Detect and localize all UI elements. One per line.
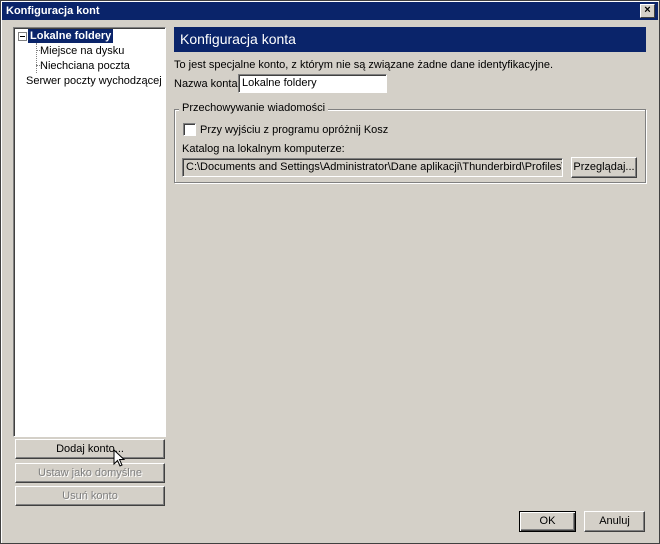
- tree-connector: [36, 43, 37, 73]
- local-directory-field[interactable]: C:\Documents and Settings\Administrator\…: [182, 158, 563, 177]
- tree-item-local-folders[interactable]: Lokalne foldery: [28, 29, 114, 43]
- browse-button[interactable]: Przeglądaj...: [571, 157, 637, 178]
- account-name-input[interactable]: Lokalne foldery: [238, 74, 387, 93]
- tree-item-junk-mail[interactable]: Niechciana poczta: [38, 59, 132, 73]
- empty-trash-label[interactable]: Przy wyjściu z programu opróżnij Kosz: [200, 124, 388, 136]
- add-account-button[interactable]: Dodaj konto...: [15, 439, 165, 459]
- cancel-button[interactable]: Anuluj: [584, 511, 645, 532]
- account-settings-window: Konfiguracja kont × Lokalne foldery Miej…: [0, 0, 660, 544]
- close-icon[interactable]: ×: [640, 4, 655, 18]
- title-bar: Konfiguracja kont ×: [2, 2, 658, 20]
- tree-item-disk-space[interactable]: Miejsce na dysku: [38, 44, 126, 58]
- empty-trash-checkbox[interactable]: [183, 123, 196, 136]
- remove-account-button[interactable]: Usuń konto: [15, 486, 165, 506]
- set-default-button[interactable]: Ustaw jako domyślne: [15, 463, 165, 483]
- account-name-label: Nazwa konta:: [174, 78, 241, 90]
- window-title: Konfiguracja kont: [6, 5, 100, 17]
- tree-item-outgoing-server[interactable]: Serwer poczty wychodzącej (S...: [24, 74, 165, 88]
- message-storage-legend: Przechowywanie wiadomości: [179, 102, 329, 114]
- panel-header: Konfiguracja konta: [174, 27, 646, 52]
- account-tree[interactable]: Lokalne foldery Miejsce na dysku Niechci…: [13, 27, 166, 437]
- collapse-icon[interactable]: [18, 32, 27, 41]
- info-text: To jest specjalne konto, z którym nie są…: [174, 59, 554, 71]
- local-directory-label: Katalog na lokalnym komputerze:: [182, 143, 345, 155]
- mouse-cursor-icon: [113, 449, 126, 467]
- ok-button[interactable]: OK: [519, 511, 576, 532]
